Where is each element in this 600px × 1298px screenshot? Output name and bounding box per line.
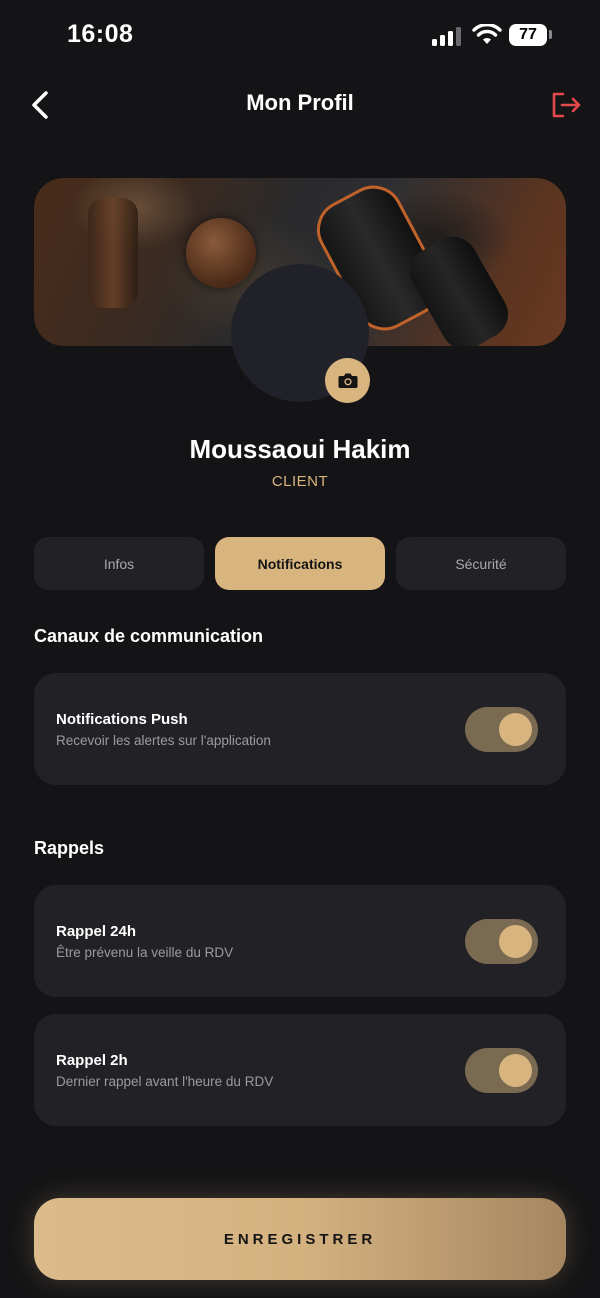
toggle-knob (499, 1054, 532, 1087)
signal-icon (432, 26, 462, 46)
setting-title: Notifications Push (56, 711, 188, 728)
change-photo-button[interactable] (325, 358, 370, 403)
camera-icon (338, 373, 357, 388)
status-time: 16:08 (67, 20, 134, 48)
setting-title: Rappel 2h (56, 1052, 128, 1069)
setting-subtitle: Dernier rappel avant l'heure du RDV (56, 1074, 274, 1089)
reminder-24h-toggle[interactable] (465, 919, 538, 964)
toggle-knob (499, 713, 532, 746)
save-button[interactable]: ENREGISTRER (34, 1198, 566, 1280)
section-title-channels: Canaux de communication (34, 626, 264, 646)
section-title-reminders: Rappels (34, 838, 105, 858)
battery-tip (549, 30, 552, 39)
setting-card-push: Notifications Push Recevoir les alertes … (34, 673, 566, 785)
profile-role: CLIENT (271, 473, 329, 490)
wifi-icon (472, 24, 502, 44)
toggle-knob (499, 925, 532, 958)
cover-bottle (88, 198, 138, 308)
profile-name: Moussaoui Hakim (189, 434, 411, 464)
status-bar: 16:08 77 (0, 0, 600, 72)
reminder-2h-toggle[interactable] (465, 1048, 538, 1093)
tab-securite[interactable]: Sécurité (396, 537, 566, 590)
setting-card-reminder-24h: Rappel 24h Être prévenu la veille du RDV (34, 885, 566, 997)
logout-button[interactable] (548, 88, 584, 122)
logout-icon (552, 92, 581, 118)
cover-pomade-jar (186, 218, 256, 288)
tab-notifications[interactable]: Notifications (215, 537, 385, 590)
push-notifications-toggle[interactable] (465, 707, 538, 752)
setting-subtitle: Être prévenu la veille du RDV (56, 945, 234, 960)
page-title: Mon Profil (246, 90, 354, 115)
setting-title: Rappel 24h (56, 923, 137, 940)
battery-icon: 77 (509, 24, 547, 46)
setting-card-reminder-2h: Rappel 2h Dernier rappel avant l'heure d… (34, 1014, 566, 1126)
setting-subtitle: Recevoir les alertes sur l'application (56, 733, 271, 748)
tab-infos[interactable]: Infos (34, 537, 204, 590)
